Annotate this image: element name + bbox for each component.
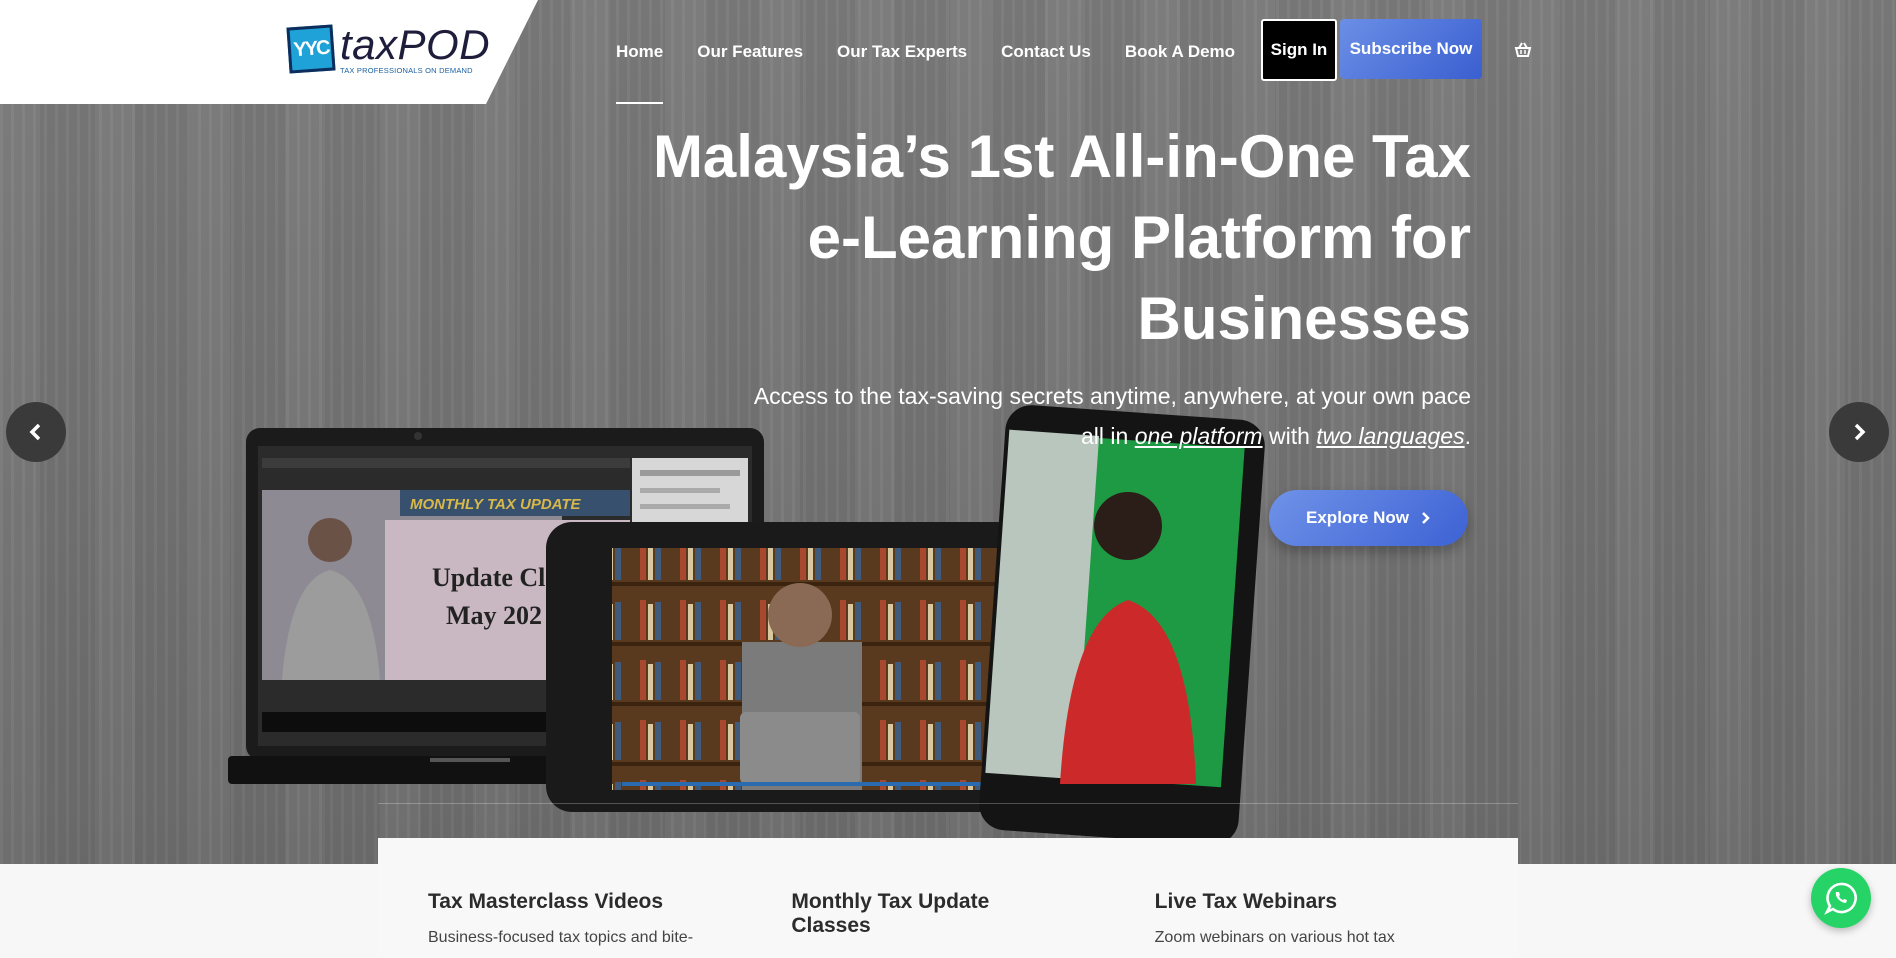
nav-contact-us[interactable]: Contact Us xyxy=(1001,0,1091,104)
hero-divider xyxy=(378,803,1518,804)
site-logo[interactable]: YYC taxPOD TAX PROFESSIONALS ON DEMAND xyxy=(286,21,491,76)
hero-title-line2: e-Learning Platform for xyxy=(807,204,1471,271)
feature-card: Monthly Tax Update Classes xyxy=(791,838,1154,958)
nav-book-a-demo[interactable]: Book A Demo xyxy=(1125,0,1235,104)
feature-desc: Zoom webinars on various hot tax xyxy=(1154,929,1395,946)
feature-desc: Business-focused tax topics and bite- xyxy=(428,929,694,946)
explore-now-button[interactable]: Explore Now xyxy=(1269,490,1468,546)
one-platform-link: one platform xyxy=(1134,423,1263,449)
two-languages-link: two languages xyxy=(1316,423,1465,449)
feature-title: Monthly Tax Update Classes xyxy=(791,890,990,937)
explore-now-label: Explore Now xyxy=(1306,508,1409,527)
slider-prev-button[interactable] xyxy=(6,402,66,462)
feature-title: Live Tax Webinars xyxy=(1154,890,1338,913)
laptop-image: MONTHLY TAX UPDATE Update Cl May 202 xyxy=(228,428,764,784)
nav-our-features[interactable]: Our Features xyxy=(697,0,803,104)
arrow-left-icon xyxy=(29,423,41,441)
laptop-banner-text: MONTHLY TAX UPDATE xyxy=(410,496,582,513)
hero-subtitle: Access to the tax-saving secrets anytime… xyxy=(751,376,1471,456)
hero-title-line3: Businesses xyxy=(1137,285,1471,352)
whatsapp-icon xyxy=(1824,882,1857,915)
laptop-screen-line2: May 202 xyxy=(446,601,542,630)
feature-title: Tax Masterclass Videos xyxy=(428,890,664,913)
cart-icon[interactable] xyxy=(1513,40,1533,60)
chevron-right-icon xyxy=(1422,512,1430,524)
feature-card: Tax Masterclass Videos Business-focused … xyxy=(428,838,791,958)
main-nav: Home Our Features Our Tax Experts Contac… xyxy=(616,0,1269,104)
arrow-right-icon xyxy=(1854,423,1866,441)
nav-home[interactable]: Home xyxy=(616,0,664,104)
features-strip: Tax Masterclass Videos Business-focused … xyxy=(378,838,1518,958)
laptop-screen-line1: Update Cl xyxy=(432,563,545,592)
logo-tagline: TAX PROFESSIONALS ON DEMAND xyxy=(340,66,473,75)
hero-subtitle-text3: . xyxy=(1464,423,1471,449)
hero-title: Malaysia’s 1st All-in-One Tax e-Learning… xyxy=(571,116,1471,359)
hero-subtitle-text2: with xyxy=(1262,423,1317,449)
tablet-image xyxy=(546,522,1024,812)
nav-our-tax-experts[interactable]: Our Tax Experts xyxy=(837,0,967,104)
sign-in-button[interactable]: Sign In xyxy=(1261,19,1337,81)
whatsapp-chat-button[interactable] xyxy=(1811,868,1871,928)
feature-card: Live Tax Webinars Zoom webinars on vario… xyxy=(1155,838,1518,958)
logo-text: taxPOD TAX PROFESSIONALS ON DEMAND xyxy=(340,21,491,76)
logo-mark-icon: YYC xyxy=(286,24,336,74)
slider-next-button[interactable] xyxy=(1829,402,1889,462)
subscribe-button[interactable]: Subscribe Now xyxy=(1340,19,1482,79)
phone-image xyxy=(979,405,1265,845)
logo-word: taxPOD xyxy=(340,21,491,68)
hero-title-line1: Malaysia’s 1st All-in-One Tax xyxy=(652,123,1471,190)
